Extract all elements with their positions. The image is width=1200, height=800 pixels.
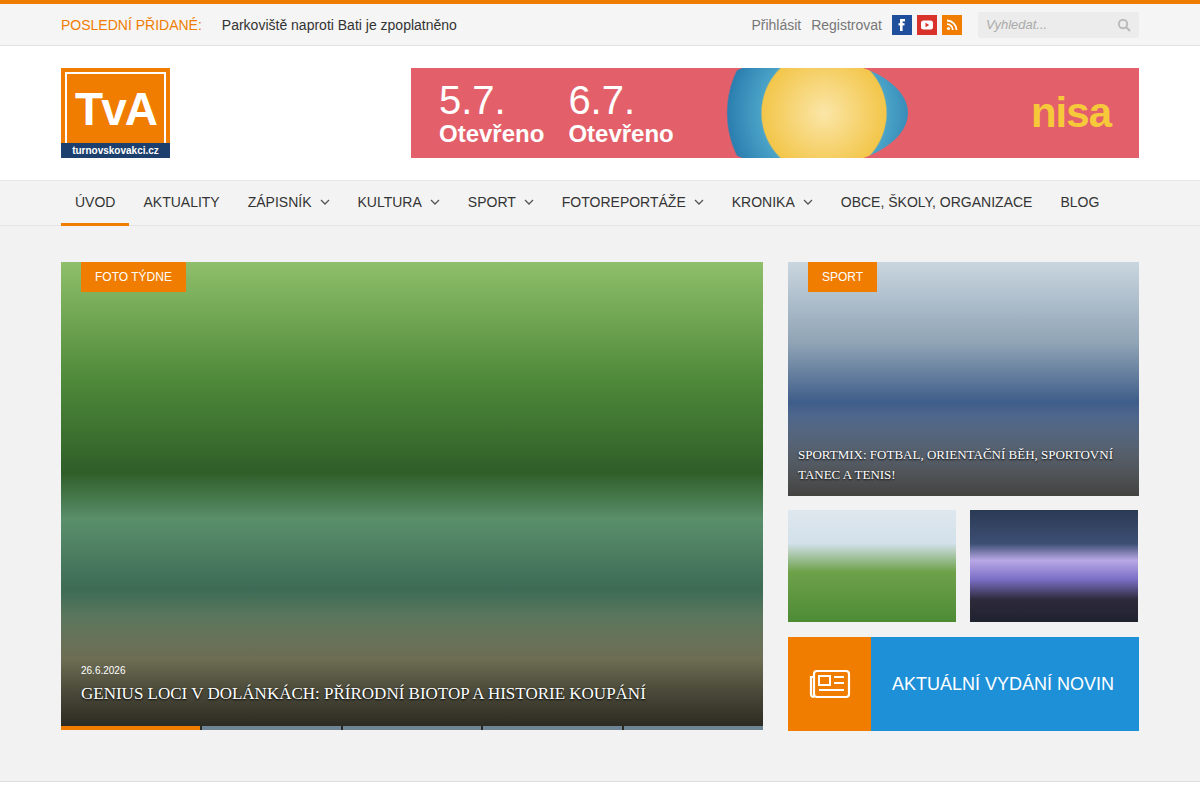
nav-item[interactable]: ÚVOD — [61, 181, 129, 226]
chevron-down-icon — [694, 199, 704, 205]
logo-mark: TvA — [65, 72, 166, 143]
register-link[interactable]: Registrovat — [811, 17, 882, 33]
youtube-link[interactable] — [917, 15, 937, 35]
main-inner: FOTO TÝDNE 26.6.2026 GENIUS LOCI V DOLÁNKÁ… — [61, 262, 1139, 731]
nav-label: KULTURA — [358, 194, 422, 210]
newspaper-label: AKTUÁLNÍ VYDÁNÍ NOVIN — [871, 637, 1139, 731]
side-feature[interactable]: SPORT SPORTMIX: FOTBAL, ORIENTAČNÍ BĚH, S… — [788, 262, 1139, 496]
category-badge[interactable]: FOTO TÝDNE — [81, 262, 186, 292]
site-logo[interactable]: TvAturnovskovakci.cz — [61, 68, 170, 158]
site-header: TvAturnovskovakci.cz5.7.Otevřeno6.7.Otev… — [0, 46, 1200, 180]
newspaper-icon-box — [788, 637, 871, 731]
nav-item[interactable]: FOTOREPORTÁŽE — [548, 181, 718, 226]
ad-label: Otevřeno — [568, 122, 673, 146]
chevron-down-icon — [524, 199, 534, 205]
search-box — [978, 12, 1139, 38]
facebook-icon — [892, 15, 912, 35]
football-thumb[interactable] — [788, 510, 956, 622]
slider-dot[interactable] — [202, 726, 341, 730]
top-bar: POSLEDNÍ PŘIDANÉ: Parkoviště naproti Bati… — [0, 4, 1200, 46]
hero-title[interactable]: GENIUS LOCI V DOLÁNKÁCH: PŘÍRODNÍ BIOTOP… — [81, 684, 743, 704]
rss-link[interactable] — [942, 15, 962, 35]
nav-item[interactable]: ZÁPISNÍK — [234, 181, 344, 226]
ad-date-item: 5.7.Otevřeno — [439, 80, 544, 146]
nav-item[interactable]: OBCE, ŠKOLY, ORGANIZACE — [827, 181, 1047, 226]
ad-date-item: 6.7.Otevřeno — [568, 80, 673, 146]
nav-label: SPORT — [468, 194, 516, 210]
nav-label: KRONIKA — [732, 194, 795, 210]
slider-dot[interactable] — [343, 726, 482, 730]
hero-caption: 26.6.2026 GENIUS LOCI V DOLÁNKÁCH: PŘÍROD… — [61, 615, 763, 730]
slider-dot[interactable] — [624, 726, 763, 730]
login-link[interactable]: Přihlásit — [751, 17, 801, 33]
chevron-down-icon — [320, 199, 330, 205]
main-nav: ÚVOD AKTUALITY ZÁPISNÍK KULTURA SPORT FOTOREP… — [0, 180, 1200, 226]
slider-dot[interactable] — [61, 726, 200, 730]
thumb-row — [788, 510, 1139, 622]
slider-pager — [61, 726, 763, 730]
ad-brand: nisa — [1031, 89, 1111, 137]
nav-item[interactable]: KULTURA — [344, 181, 454, 226]
hero-slide[interactable]: FOTO TÝDNE 26.6.2026 GENIUS LOCI V DOLÁNKÁ… — [61, 262, 763, 730]
header-inner: TvAturnovskovakci.cz5.7.Otevřeno6.7.Otev… — [61, 68, 1139, 158]
latest-article-link[interactable]: Parkoviště naproti Bati je zpoplatněno — [222, 17, 457, 33]
nav-inner: ÚVOD AKTUALITY ZÁPISNÍK KULTURA SPORT FOTOREP… — [61, 181, 1139, 225]
newspaper-banner[interactable]: AKTUÁLNÍ VYDÁNÍ NOVIN — [788, 637, 1139, 731]
logo-domain: turnovskovakci.cz — [61, 143, 170, 158]
nav-item[interactable]: AKTUALITY — [129, 181, 233, 226]
youtube-icon — [917, 15, 937, 35]
nav-label: OBCE, ŠKOLY, ORGANIZACE — [841, 194, 1033, 210]
latest-label: POSLEDNÍ PŘIDANÉ: — [61, 17, 202, 33]
nav-label: AKTUALITY — [143, 194, 219, 210]
top-bar-inner: POSLEDNÍ PŘIDANÉ: Parkoviště naproti Bati… — [61, 4, 1139, 45]
nav-item[interactable]: KRONIKA — [718, 181, 827, 226]
nav-label: FOTOREPORTÁŽE — [562, 194, 686, 210]
slider-dot[interactable] — [483, 726, 622, 730]
social-links — [892, 15, 962, 35]
cinema-thumb[interactable] — [970, 510, 1138, 622]
hero-date: 26.6.2026 — [81, 665, 743, 676]
chevron-down-icon — [803, 199, 813, 205]
main-area: FOTO TÝDNE 26.6.2026 GENIUS LOCI V DOLÁNKÁ… — [0, 226, 1200, 782]
newspaper-icon — [808, 668, 852, 700]
search-icon — [1117, 18, 1131, 32]
category-badge[interactable]: SPORT — [808, 262, 877, 292]
nav-label: ZÁPISNÍK — [248, 194, 312, 210]
side-title[interactable]: SPORTMIX: FOTBAL, ORIENTAČNÍ BĚH, SPORTO… — [798, 445, 1129, 484]
side-column: SPORT SPORTMIX: FOTBAL, ORIENTAČNÍ BĚH, S… — [788, 262, 1139, 731]
ad-picture — [698, 68, 908, 158]
side-caption: SPORTMIX: FOTBAL, ORIENTAČNÍ BĚH, SPORTO… — [788, 415, 1139, 496]
ad-date: 6.7. — [568, 80, 673, 120]
ad-date: 5.7. — [439, 80, 544, 120]
search-input[interactable] — [986, 17, 1117, 32]
rss-icon — [942, 15, 962, 35]
nav-label: ÚVOD — [75, 194, 115, 210]
chevron-down-icon — [430, 199, 440, 205]
ad-label: Otevřeno — [439, 122, 544, 146]
nav-label: BLOG — [1060, 194, 1099, 210]
facebook-link[interactable] — [892, 15, 912, 35]
ad-banner[interactable]: 5.7.Otevřeno6.7.Otevřenonisa — [411, 68, 1139, 158]
nav-item[interactable]: BLOG — [1046, 181, 1113, 226]
nav-item[interactable]: SPORT — [454, 181, 548, 226]
